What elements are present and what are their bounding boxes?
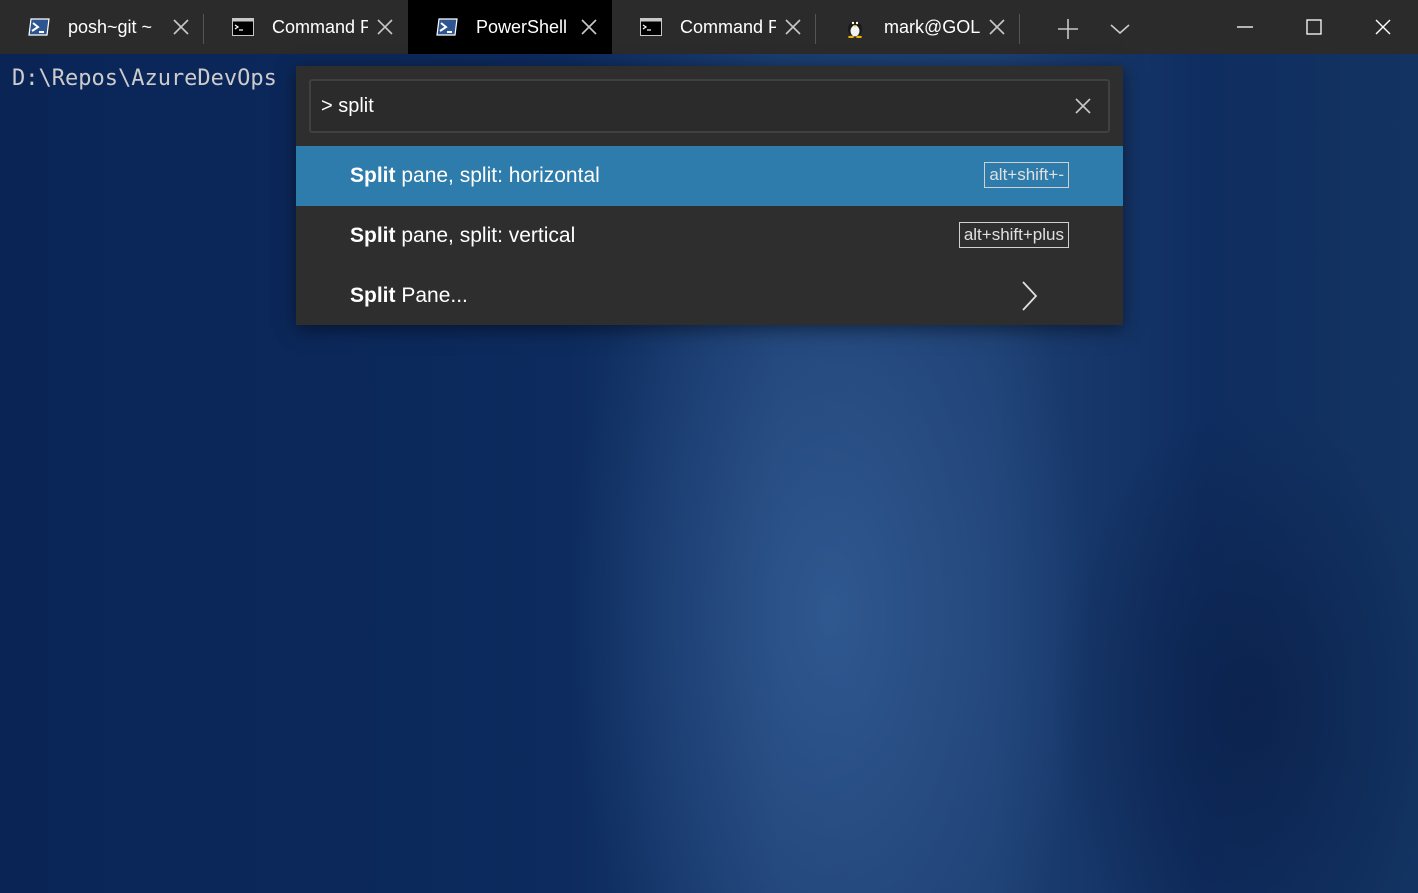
tab-title: PowerShell [476,16,568,37]
terminal-prompt: D:\Repos\AzureDevOps [12,66,277,91]
result-rest: pane, split: vertical [395,224,576,247]
terminal-window: posh~git ~ Command Prompt [0,0,1418,893]
window-close-icon[interactable] [1349,0,1417,54]
tab-linux[interactable]: mark@GOLIATH [816,0,1020,54]
tab-title: posh~git ~ [68,16,153,37]
search-box [309,79,1110,133]
command-palette: Split pane, split: horizontal alt+shift+… [296,66,1123,325]
close-icon[interactable] [784,18,802,36]
result-split-horizontal[interactable]: Split pane, split: horizontal alt+shift+… [296,146,1123,206]
keychord-badge: alt+shift+plus [958,222,1069,248]
minimize-icon[interactable] [1211,0,1279,54]
tab-powershell[interactable]: PowerShell [408,0,612,54]
powershell-icon [28,18,50,36]
tab-divider [1019,14,1020,44]
results-list: Split pane, split: horizontal alt+shift+… [296,146,1123,326]
result-split-vertical[interactable]: Split pane, split: vertical alt+shift+pl… [296,206,1123,266]
cmd-icon [640,18,662,36]
result-match: Split [350,224,396,247]
linux-penguin-icon [848,21,862,38]
result-split-pane-submenu[interactable]: Split Pane... [296,266,1123,326]
chevron-right-icon [1022,281,1038,311]
plus-icon[interactable] [1050,14,1086,44]
tab-posh-git[interactable]: posh~git ~ [0,0,204,54]
result-match: Split [350,164,396,187]
close-icon[interactable] [580,18,598,36]
tab-bar: posh~git ~ Command Prompt [0,0,1418,54]
search-input[interactable] [321,81,1061,131]
tab-title: Command Prompt [680,16,776,37]
result-rest: Pane... [395,284,468,307]
maximize-icon[interactable] [1280,0,1348,54]
tab-title: Command Prompt [272,16,368,37]
close-icon[interactable] [1074,97,1092,115]
close-icon[interactable] [988,18,1006,36]
cmd-icon [232,18,254,36]
chevron-down-icon[interactable] [1102,14,1138,44]
tab-title: mark@GOLIATH [884,16,980,37]
keychord-badge: alt+shift+- [984,162,1069,188]
result-label: Split pane, split: vertical [350,224,575,248]
result-label: Split pane, split: horizontal [350,164,600,188]
close-icon[interactable] [172,18,190,36]
tab-command-prompt-2[interactable]: Command Prompt [612,0,816,54]
close-icon[interactable] [376,18,394,36]
result-match: Split [350,284,396,307]
tab-command-prompt-1[interactable]: Command Prompt [204,0,408,54]
powershell-icon [436,18,458,36]
result-rest: pane, split: horizontal [395,164,600,187]
result-label: Split Pane... [350,284,468,308]
